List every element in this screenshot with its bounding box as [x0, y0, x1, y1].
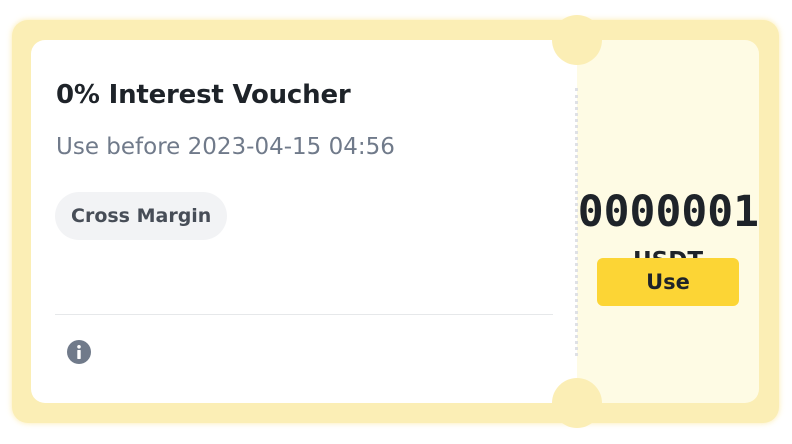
ticket-notch-top [552, 15, 602, 65]
voucher-tag: Cross Margin [55, 192, 228, 240]
ticket-perforation [575, 88, 578, 356]
use-button[interactable]: Use [597, 258, 739, 306]
voucher-amount: 0.0000001 [577, 187, 759, 237]
voucher-value-panel: 0.0000001 USDT [577, 40, 759, 403]
ticket-notch-bottom [552, 378, 602, 428]
voucher-expiry: Use before 2023-04-15 04:56 [56, 134, 395, 160]
info-icon[interactable] [67, 340, 91, 364]
divider [55, 314, 553, 315]
voucher-title: 0% Interest Voucher [56, 80, 351, 110]
